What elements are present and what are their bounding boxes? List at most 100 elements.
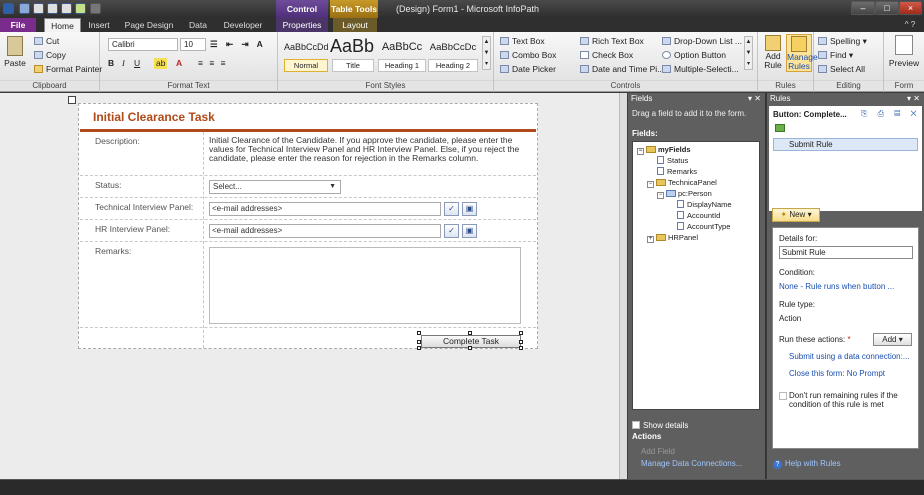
- hr-panel-people-picker[interactable]: <e-mail addresses>: [209, 224, 441, 238]
- add-field-link[interactable]: Add Field: [641, 447, 675, 456]
- resize-handle[interactable]: [519, 340, 523, 344]
- tree-node-technicapanel[interactable]: − TechnicaPanel: [647, 178, 717, 188]
- close-button[interactable]: ×: [899, 1, 922, 15]
- tree-node-remarks[interactable]: Remarks: [657, 167, 697, 177]
- tab-layout[interactable]: Layout: [333, 18, 377, 32]
- style-heading2-preview[interactable]: AaBbCcDc: [428, 42, 478, 53]
- canvas-scrollbar[interactable]: [619, 93, 627, 479]
- technical-panel-people-picker[interactable]: <e-mail addresses>: [209, 202, 441, 216]
- close-icon[interactable]: ▾ ✕: [748, 93, 761, 105]
- control-check-box[interactable]: Check Box: [580, 50, 633, 61]
- show-details-checkbox[interactable]: Show details: [632, 421, 688, 430]
- maximize-button[interactable]: □: [875, 1, 899, 15]
- paste-button[interactable]: Paste: [4, 36, 26, 69]
- controls-scroll[interactable]: ▲ ▼ ▾: [744, 36, 753, 70]
- redo-icon[interactable]: [47, 3, 58, 14]
- font-size-combo[interactable]: 10: [180, 38, 206, 51]
- new-rule-button[interactable]: ✦ New ▾: [772, 208, 820, 222]
- alignment-icons[interactable]: ≡ ≡ ≡: [198, 58, 228, 69]
- redo-dropdown-icon[interactable]: [61, 3, 72, 14]
- resize-handle[interactable]: [468, 346, 472, 350]
- tree-node-pc-person[interactable]: − pc:Person: [657, 189, 712, 199]
- tree-node-displayname[interactable]: DisplayName: [677, 200, 732, 210]
- action-close-form-link[interactable]: Close this form: No Prompt: [789, 369, 885, 378]
- address-book-icon[interactable]: ▣: [462, 202, 477, 216]
- rule-item-submit[interactable]: Submit Rule: [773, 138, 918, 151]
- tab-developer[interactable]: Developer: [220, 18, 266, 32]
- styles-scroll[interactable]: ▲ ▼ ▾: [482, 36, 491, 70]
- control-dropdown-list[interactable]: Drop-Down List ...: [662, 36, 742, 47]
- italic-button[interactable]: I: [122, 58, 125, 69]
- minimize-button[interactable]: –: [851, 1, 875, 15]
- control-multiple-selection[interactable]: Multiple-Selecti...: [662, 64, 739, 75]
- save-icon[interactable]: [19, 3, 30, 14]
- expand-icon[interactable]: +: [647, 236, 654, 243]
- rule-name-input[interactable]: Submit Rule: [779, 246, 913, 259]
- tab-file[interactable]: File: [0, 18, 36, 32]
- tree-node-myfields[interactable]: − myFields: [637, 145, 691, 155]
- style-heading2[interactable]: Heading 2: [428, 59, 478, 72]
- resize-handle[interactable]: [468, 331, 472, 335]
- control-date-picker[interactable]: Date Picker: [500, 64, 556, 75]
- tab-data[interactable]: Data: [184, 18, 212, 32]
- tab-insert[interactable]: Insert: [84, 18, 114, 32]
- check-names-icon[interactable]: ✓: [444, 224, 459, 238]
- customize-quick-access-icon[interactable]: [90, 3, 101, 14]
- list-indent-icons[interactable]: ☰ ⇤ ⇥ A: [210, 39, 266, 50]
- context-tab-table-tools[interactable]: Table Tools: [330, 0, 378, 18]
- resize-handle[interactable]: [519, 331, 523, 335]
- font-color-icon[interactable]: A: [176, 58, 182, 69]
- resize-handle[interactable]: [417, 346, 421, 350]
- cut-button[interactable]: Cut: [34, 36, 59, 47]
- control-combo-box[interactable]: Combo Box: [500, 50, 556, 61]
- condition-link[interactable]: None - Rule runs when button ...: [779, 282, 894, 291]
- control-rich-text-box[interactable]: Rich Text Box: [580, 36, 644, 47]
- add-rule-button[interactable]: Add Rule: [761, 35, 785, 70]
- preview-button[interactable]: Preview: [886, 35, 922, 69]
- collapse-icon[interactable]: −: [637, 148, 644, 155]
- style-title-preview[interactable]: AaBb: [330, 36, 374, 57]
- action-submit-link[interactable]: Submit using a data connection:...: [789, 352, 910, 361]
- tab-properties[interactable]: Properties: [276, 18, 328, 32]
- style-normal[interactable]: Normal: [284, 59, 328, 72]
- close-icon[interactable]: ▾ ✕: [907, 93, 920, 105]
- style-title[interactable]: Title: [332, 59, 374, 72]
- find-button[interactable]: Find ▾: [818, 50, 853, 61]
- format-painter-button[interactable]: Format Painter: [34, 64, 102, 75]
- font-name-combo[interactable]: Calibri: [108, 38, 178, 51]
- add-action-button[interactable]: Add ▾: [873, 333, 912, 346]
- table-select-handle[interactable]: [68, 96, 76, 104]
- undo-icon[interactable]: [33, 3, 44, 14]
- status-dropdown[interactable]: Select... ▼: [209, 180, 341, 194]
- remarks-textarea[interactable]: [209, 247, 521, 324]
- style-heading1[interactable]: Heading 1: [378, 59, 426, 72]
- style-normal-preview[interactable]: AaBbCcDd: [284, 42, 329, 52]
- tab-page-design[interactable]: Page Design: [122, 18, 176, 32]
- address-book-icon[interactable]: ▣: [462, 224, 477, 238]
- highlight-color-icon[interactable]: ab: [154, 58, 168, 69]
- resize-handle[interactable]: [417, 331, 421, 335]
- tree-node-status[interactable]: Status: [657, 156, 688, 166]
- check-names-icon[interactable]: ✓: [444, 202, 459, 216]
- preview-quick-icon[interactable]: [75, 3, 86, 14]
- select-all-button[interactable]: Select All: [818, 64, 865, 75]
- resize-handle[interactable]: [417, 340, 421, 344]
- manage-rules-button[interactable]: Manage Rules: [786, 34, 818, 72]
- control-text-box[interactable]: Text Box: [500, 36, 545, 47]
- tab-home[interactable]: Home: [44, 18, 81, 32]
- tree-node-accounttype[interactable]: AccountType: [677, 222, 730, 232]
- context-tab-control-tools[interactable]: Control Tools: [276, 0, 328, 32]
- tree-node-accountid[interactable]: AccountId: [677, 211, 720, 221]
- help-icon[interactable]: ^ ?: [898, 18, 922, 32]
- control-option-button[interactable]: Option Button: [662, 50, 726, 61]
- resize-handle[interactable]: [519, 346, 523, 350]
- underline-button[interactable]: U: [134, 58, 140, 69]
- collapse-icon[interactable]: −: [647, 181, 654, 188]
- copy-button[interactable]: Copy: [34, 50, 66, 61]
- spelling-button[interactable]: Spelling ▾: [818, 36, 867, 47]
- help-with-rules-link[interactable]: ? Help with Rules: [773, 459, 841, 469]
- bold-button[interactable]: B: [108, 58, 114, 69]
- style-heading1-preview[interactable]: AaBbCc: [378, 41, 426, 53]
- tree-node-hrpanel[interactable]: + HRPanel: [647, 233, 698, 243]
- rule-toolbar-icons[interactable]: ⎘ ⎙ ▤ ✕: [861, 109, 921, 119]
